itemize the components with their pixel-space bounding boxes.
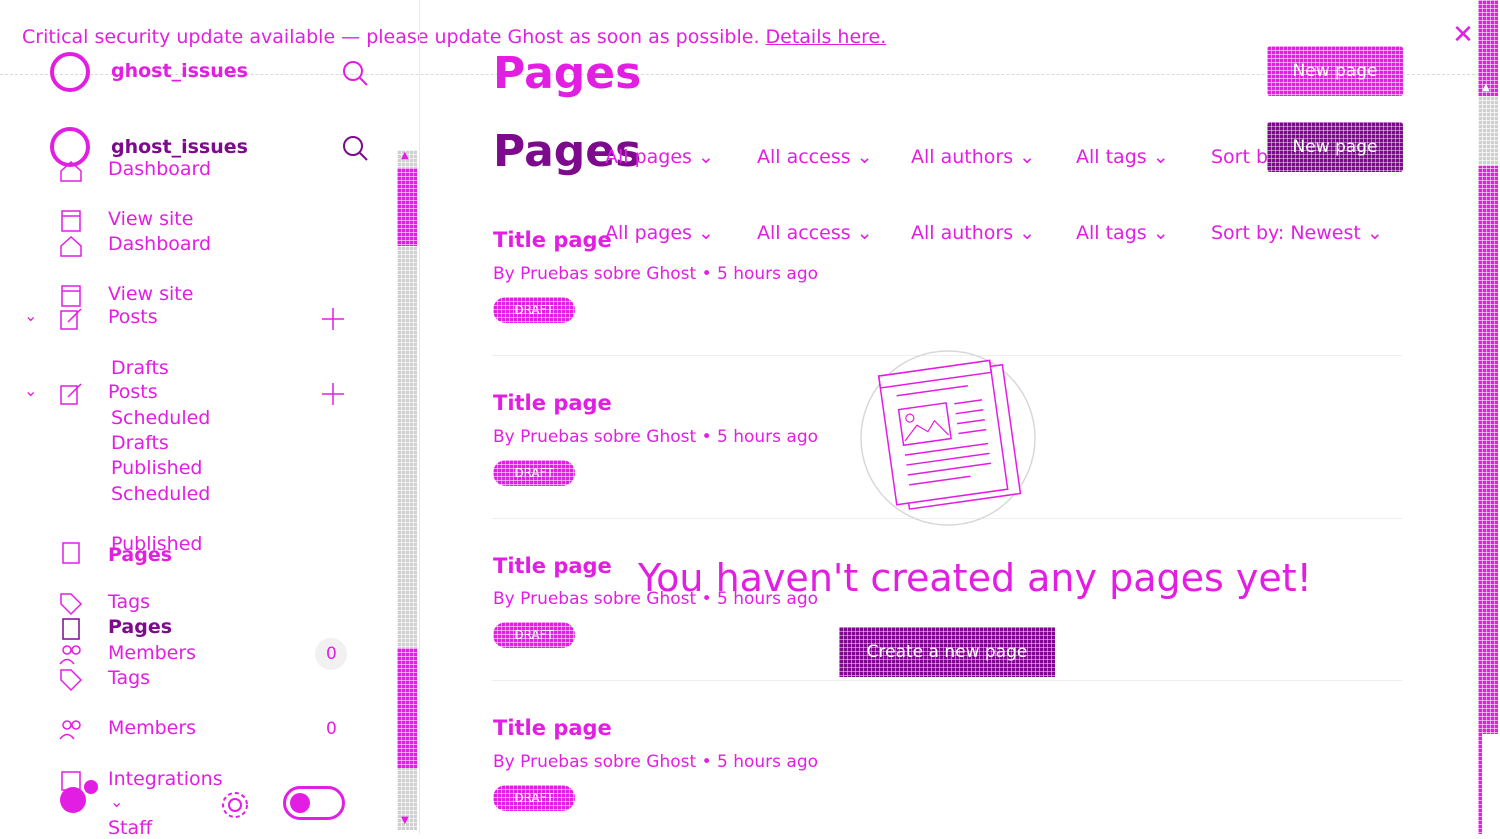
chevron-down-icon[interactable]: ⌄ — [24, 381, 37, 400]
row-divider — [492, 680, 1402, 681]
home-icon — [60, 235, 82, 257]
gear-icon[interactable] — [218, 788, 252, 822]
avatar[interactable] — [60, 787, 86, 813]
tag-icon — [60, 593, 83, 616]
members-icon — [59, 645, 81, 665]
sidebar-scrollbar-thumb-ghost[interactable] — [397, 648, 417, 768]
banner-message: Critical security update available — ple… — [22, 26, 760, 48]
sidebar-item-pages[interactable]: Pages — [108, 616, 172, 638]
empty-pages-illustration — [860, 350, 1036, 526]
members-count: 0 — [326, 719, 337, 739]
sidebar-item-drafts[interactable]: Drafts — [111, 432, 169, 454]
home-icon — [60, 160, 82, 182]
page-icon — [62, 618, 80, 640]
tag-icon — [60, 669, 83, 692]
filter-access-ghost[interactable]: All access ⌄ — [757, 146, 873, 168]
status-badge: DRAFT — [493, 297, 575, 323]
sidebar-item-dashboard-ghost[interactable]: Dashboard — [108, 158, 211, 180]
sidebar-item-members[interactable]: Members — [108, 717, 196, 739]
status-badge: DRAFT — [493, 460, 575, 486]
page-scrollbar-gap — [1482, 734, 1498, 834]
sidebar-item-drafts-ghost[interactable]: Drafts — [111, 357, 169, 379]
sidebar-item-published-ghost[interactable]: Published — [111, 457, 202, 479]
banner-details-link[interactable]: Details here. — [766, 26, 887, 48]
sidebar-item-tags[interactable]: Tags — [108, 667, 150, 689]
filter-authors[interactable]: All authors ⌄ — [911, 222, 1035, 244]
chevron-down-icon[interactable]: ⌄ — [24, 306, 37, 325]
sidebar-item-integrations[interactable]: Integrations — [108, 768, 223, 790]
sidebar-item-members-ghost[interactable]: Members — [108, 642, 196, 664]
scroll-down-icon[interactable]: ▼ — [401, 815, 409, 826]
page-row-meta: By Pruebas sobre Ghost • 5 hours ago — [493, 427, 819, 447]
chevron-down-icon[interactable]: ⌄ — [110, 792, 123, 811]
search-icon[interactable] — [340, 133, 370, 163]
page-scrollbar-track[interactable] — [1478, 96, 1498, 166]
sidebar-item-scheduled-ghost[interactable]: Scheduled — [111, 407, 210, 429]
empty-state-message: You haven't created any pages yet! — [638, 556, 1312, 600]
scroll-up-icon[interactable]: ▲ — [1482, 82, 1490, 93]
site-logo-ghost — [50, 52, 90, 92]
sidebar-item-posts-ghost[interactable]: Posts — [108, 306, 158, 328]
sidebar-item-pages-ghost[interactable]: Pages — [108, 544, 172, 566]
edit-icon — [60, 383, 82, 405]
search-icon[interactable] — [340, 58, 370, 88]
filter-type-ghost[interactable]: All pages ⌄ — [605, 146, 714, 168]
theme-toggle[interactable] — [283, 786, 345, 820]
site-name-ghost: ghost_issues — [111, 60, 248, 82]
sidebar-item-dashboard[interactable]: Dashboard — [108, 233, 211, 255]
page-row-meta: By Pruebas sobre Ghost • 5 hours ago — [493, 264, 819, 284]
security-banner: Critical security update available — ple… — [22, 26, 886, 48]
filter-tags-ghost[interactable]: All tags ⌄ — [1076, 146, 1169, 168]
view-site-icon — [61, 210, 81, 232]
filter-access[interactable]: All access ⌄ — [757, 222, 873, 244]
sidebar-scrollbar-thumb[interactable] — [397, 168, 417, 246]
sidebar-item-view-site[interactable]: View site — [108, 283, 193, 305]
page-row-meta: By Pruebas sobre Ghost • 5 hours ago — [493, 752, 819, 772]
add-post-icon[interactable] — [320, 306, 346, 332]
new-page-button[interactable]: New page — [1267, 122, 1403, 172]
members-count-ghost: 0 — [326, 644, 337, 664]
status-badge: DRAFT — [493, 622, 575, 648]
status-badge: DRAFT — [493, 785, 575, 811]
edit-icon — [60, 308, 82, 330]
page-row-title[interactable]: Title page — [493, 554, 612, 578]
page-icon — [62, 542, 80, 564]
filter-type[interactable]: All pages ⌄ — [605, 222, 714, 244]
sidebar-item-tags-ghost[interactable]: Tags — [108, 591, 150, 613]
sidebar-item-staff[interactable]: Staff — [108, 817, 152, 839]
filter-sort-ghost[interactable]: Sort b — [1211, 146, 1268, 168]
page-row-title[interactable]: Title page — [493, 716, 612, 740]
new-page-button-ghost[interactable]: New page — [1267, 46, 1403, 96]
sidebar-item-scheduled[interactable]: Scheduled — [111, 483, 210, 505]
page-title-ghost: Pages — [493, 48, 642, 99]
scroll-up-icon[interactable]: ▲ — [401, 150, 409, 161]
site-name[interactable]: ghost_issues — [111, 136, 248, 158]
page-row-title[interactable]: Title page — [493, 391, 612, 415]
members-icon — [59, 720, 81, 740]
filter-tags[interactable]: All tags ⌄ — [1076, 222, 1169, 244]
add-post-icon[interactable] — [320, 381, 346, 407]
toggle-knob — [290, 793, 310, 813]
filter-sort[interactable]: Sort by: Newest ⌄ — [1211, 222, 1383, 244]
close-icon[interactable]: ✕ — [1450, 22, 1476, 48]
sidebar-item-view-site-ghost[interactable]: View site — [108, 208, 193, 230]
sidebar-item-posts[interactable]: Posts — [108, 381, 158, 403]
filter-authors-ghost[interactable]: All authors ⌄ — [911, 146, 1035, 168]
page-row-title[interactable]: Title page — [493, 228, 612, 252]
sidebar-divider — [419, 0, 420, 834]
status-dot — [84, 780, 98, 794]
create-new-page-button[interactable]: Create a new page — [839, 627, 1055, 677]
